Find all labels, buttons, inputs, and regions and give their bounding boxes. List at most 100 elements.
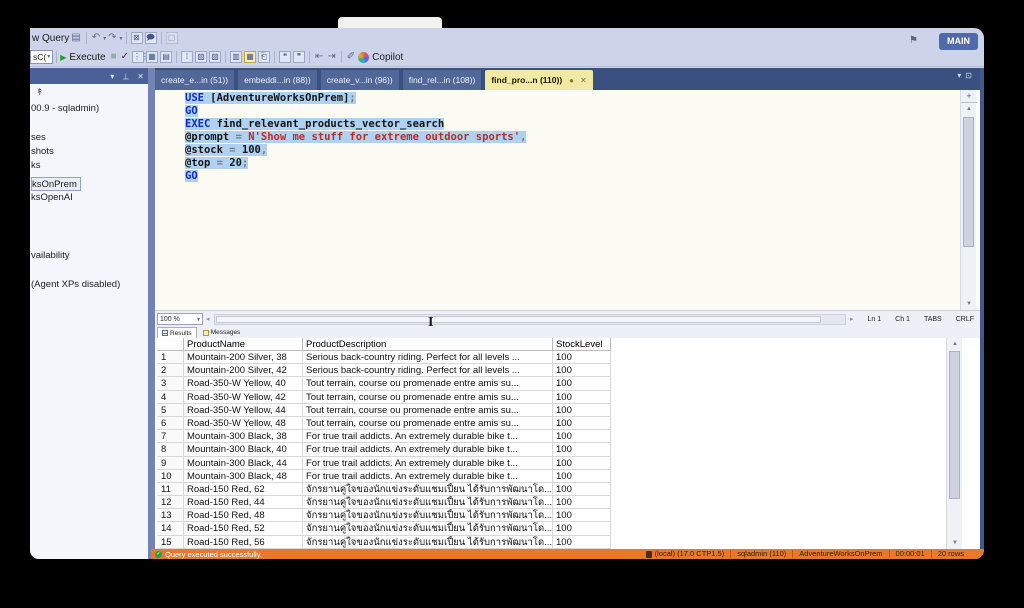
close-tab-icon[interactable]: ✕ <box>580 76 587 85</box>
stock-level-cell[interactable]: 100 <box>553 509 611 522</box>
editor-tab[interactable]: find_rel...in (108)) <box>403 70 482 90</box>
pane-splitter[interactable] <box>148 68 155 559</box>
column-header[interactable]: ProductName <box>184 338 303 351</box>
product-name-cell[interactable]: Road-150 Red, 56 <box>184 536 303 549</box>
execute-icon[interactable]: ▶ <box>60 53 66 62</box>
table-row[interactable]: 5Road-350-W Yellow, 44Tout terrain, cour… <box>157 404 962 417</box>
product-name-cell[interactable]: Mountain-200 Silver, 42 <box>184 364 303 377</box>
sql-text[interactable]: USE [AdventureWorksOnPrem];GOEXEC find_r… <box>155 92 960 183</box>
row-number-cell[interactable]: 8 <box>157 443 184 456</box>
tree-item[interactable]: shots <box>31 145 148 159</box>
row-number-cell[interactable]: 4 <box>157 391 184 404</box>
comment-out-icon[interactable]: ❝ <box>279 51 291 63</box>
pin-icon[interactable]: ⊣ <box>121 73 130 80</box>
results-to-file-icon[interactable]: ⎗ <box>258 51 270 63</box>
column-header[interactable]: StockLevel <box>553 338 611 351</box>
tree-item[interactable]: ksOnPrem <box>31 177 81 191</box>
editor-tab[interactable]: create_e...in (51)) <box>155 70 234 90</box>
table-row[interactable]: 8Mountain-300 Black, 40For true trail ad… <box>157 443 962 456</box>
product-description-cell[interactable]: Tout terrain, course ou promenade entre … <box>303 391 553 404</box>
table-row[interactable]: 2Mountain-200 Silver, 42Serious back-cou… <box>157 364 962 377</box>
editor-vertical-scrollbar[interactable]: + ▲ ▼ <box>960 90 976 310</box>
table-row[interactable]: 10Mountain-300 Black, 48For true trail a… <box>157 470 962 483</box>
tree-item[interactable]: vailability <box>31 249 148 263</box>
row-number-cell[interactable]: 3 <box>157 377 184 390</box>
analyze-query-icon[interactable]: ⋮⋮ <box>132 51 144 63</box>
row-number-cell[interactable]: 12 <box>157 496 184 509</box>
row-number-cell[interactable]: 1 <box>157 351 184 364</box>
window-position-icon[interactable]: ▾ <box>110 72 114 81</box>
scroll-down-icon[interactable]: ▼ <box>961 298 977 310</box>
stock-level-cell[interactable]: 100 <box>553 351 611 364</box>
product-description-cell[interactable]: จักรยานคู่ใจของนักแข่งระดับแชมเปี้ยน ได้… <box>303 496 553 509</box>
uncomment-icon[interactable]: ❞ <box>293 51 305 63</box>
tree-item[interactable]: (Agent XPs disabled) <box>31 278 148 292</box>
product-name-cell[interactable]: Mountain-300 Black, 40 <box>184 443 303 456</box>
database-combo[interactable]: sC(▾ <box>30 50 53 64</box>
table-row[interactable]: 9Mountain-300 Black, 44For true trail ad… <box>157 457 962 470</box>
product-name-cell[interactable]: Mountain-300 Black, 38 <box>184 430 303 443</box>
flag-icon[interactable]: ⚑ <box>909 35 918 46</box>
table-row[interactable]: 15Road-150 Red, 56จักรยานคู่ใจของนักแข่ง… <box>157 536 962 549</box>
product-description-cell[interactable]: For true trail addicts. An extremely dur… <box>303 430 553 443</box>
split-editor-handle[interactable]: + <box>961 90 977 103</box>
product-name-cell[interactable]: Road-350-W Yellow, 44 <box>184 404 303 417</box>
stock-level-cell[interactable]: 100 <box>553 496 611 509</box>
row-number-cell[interactable]: 10 <box>157 470 184 483</box>
debug-icon[interactable]: ✐ <box>347 51 355 63</box>
product-name-cell[interactable]: Mountain-300 Black, 44 <box>184 457 303 470</box>
zoom-selector[interactable]: 100 %▾ <box>157 313 203 325</box>
results-grid[interactable]: ProductNameProductDescriptionStockLevel1… <box>157 338 962 549</box>
scroll-up-icon[interactable]: ▲ <box>961 103 977 115</box>
product-description-cell[interactable]: Tout terrain, course ou promenade entre … <box>303 377 553 390</box>
stock-level-cell[interactable]: 100 <box>553 483 611 496</box>
stock-level-cell[interactable]: 100 <box>553 430 611 443</box>
stock-level-cell[interactable]: 100 <box>553 364 611 377</box>
table-row[interactable]: 3Road-350-W Yellow, 40Tout terrain, cour… <box>157 377 962 390</box>
execute-button[interactable]: Execute <box>69 52 105 63</box>
login-section[interactable]: sqladmin (110) <box>730 550 792 558</box>
parse-icon[interactable]: ✓ <box>121 51 129 63</box>
product-name-cell[interactable]: Road-150 Red, 52 <box>184 522 303 535</box>
table-row[interactable]: 12Road-150 Red, 44จักรยานคู่ใจของนักแข่ง… <box>157 496 962 509</box>
undo-icon[interactable]: ↶ <box>92 32 100 44</box>
table-row[interactable]: 4Road-350-W Yellow, 42Tout terrain, cour… <box>157 391 962 404</box>
scrollbar-thumb[interactable] <box>949 351 960 499</box>
column-header[interactable]: ProductDescription <box>303 338 553 351</box>
results-vertical-scrollbar[interactable]: ▲ ▼ <box>946 338 962 549</box>
stock-level-cell[interactable]: 100 <box>553 391 611 404</box>
editor-tab[interactable]: create_v...in (96)) <box>321 70 399 90</box>
row-number-cell[interactable]: 7 <box>157 430 184 443</box>
row-number-cell[interactable]: 13 <box>157 509 184 522</box>
stock-level-cell[interactable]: 100 <box>553 536 611 549</box>
product-name-cell[interactable]: Road-350-W Yellow, 42 <box>184 391 303 404</box>
table-row[interactable]: 14Road-150 Red, 52จักรยานคู่ใจของนักแข่ง… <box>157 522 962 535</box>
table-row[interactable]: 6Road-350-W Yellow, 48Tout terrain, cour… <box>157 417 962 430</box>
results-to-grid-icon[interactable]: ▦ <box>244 51 256 63</box>
product-name-cell[interactable]: Road-150 Red, 62 <box>184 483 303 496</box>
table-row[interactable]: 1Mountain-200 Silver, 38Serious back-cou… <box>157 351 962 364</box>
tree-item[interactable]: ses <box>31 131 148 145</box>
product-description-cell[interactable]: For true trail addicts. An extremely dur… <box>303 443 553 456</box>
stock-level-cell[interactable]: 100 <box>553 522 611 535</box>
new-query-button[interactable]: w Query <box>32 33 69 44</box>
product-description-cell[interactable]: Serious back-country riding. Perfect for… <box>303 364 553 377</box>
row-number-cell[interactable]: 6 <box>157 417 184 430</box>
stock-level-cell[interactable]: 100 <box>553 404 611 417</box>
product-description-cell[interactable]: For true trail addicts. An extremely dur… <box>303 457 553 470</box>
tree-item[interactable]: 00.9 - sqladmin) <box>31 102 148 116</box>
row-number-header[interactable] <box>157 338 184 351</box>
tab-strip-overflow[interactable]: ▾⊡ <box>957 71 976 80</box>
table-row[interactable]: 11Road-150 Red, 62จักรยานคู่ใจของนักแข่ง… <box>157 483 962 496</box>
product-description-cell[interactable]: Tout terrain, course ou promenade entre … <box>303 404 553 417</box>
database-section[interactable]: AdventureWorksOnPrem <box>792 550 888 558</box>
product-description-cell[interactable]: Tout terrain, course ou promenade entre … <box>303 417 553 430</box>
stock-level-cell[interactable]: 100 <box>553 457 611 470</box>
tab-results[interactable]: Results <box>157 327 197 338</box>
tree-item[interactable]: ksOpenAI <box>31 191 148 205</box>
server-section[interactable]: (local) (17.0 CTP1.5) <box>640 550 731 558</box>
stock-level-cell[interactable]: 100 <box>553 417 611 430</box>
results-to-text-icon[interactable]: ▥ <box>230 51 242 63</box>
editor-tab[interactable]: find_pro...n (110))●✕ <box>485 70 592 90</box>
table-row[interactable]: 13Road-150 Red, 48จักรยานคู่ใจของนักแข่ง… <box>157 509 962 522</box>
